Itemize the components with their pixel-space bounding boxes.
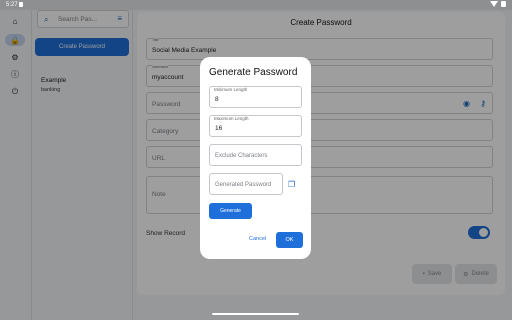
gesture-navigation-bar [0, 310, 512, 320]
maximum-length-value: 16 [215, 125, 223, 132]
status-time: 5:27 [6, 1, 18, 8]
generated-password-placeholder: Generated Password [215, 182, 272, 188]
exclude-characters-placeholder: Exclude Characters [215, 153, 268, 159]
cancel-button[interactable]: Cancel [249, 236, 266, 242]
status-bar: 5:27 [0, 0, 512, 10]
generate-button[interactable]: Generate [209, 203, 252, 219]
generated-password-field[interactable]: Generated Password [209, 173, 283, 195]
minimum-length-value: 8 [215, 96, 219, 103]
exclude-characters-field[interactable]: Exclude Characters [209, 144, 302, 166]
minimum-length-field[interactable]: Minimum Length 8 [209, 86, 302, 108]
dialog-title: Generate Password [209, 67, 298, 78]
maximum-length-label: Maximum Length [214, 116, 249, 121]
battery-icon [501, 1, 506, 7]
home-gesture-handle[interactable] [212, 313, 299, 315]
ok-button[interactable]: OK [276, 232, 303, 248]
sim-icon [19, 2, 23, 7]
status-icons [490, 1, 506, 7]
generate-password-dialog: Generate Password Minimum Length 8 Maxim… [200, 57, 311, 259]
copy-icon[interactable]: ❐ [288, 180, 295, 189]
maximum-length-field[interactable]: Maximum Length 16 [209, 115, 302, 137]
minimum-length-label: Minimum Length [214, 87, 248, 92]
wifi-icon [490, 1, 498, 7]
